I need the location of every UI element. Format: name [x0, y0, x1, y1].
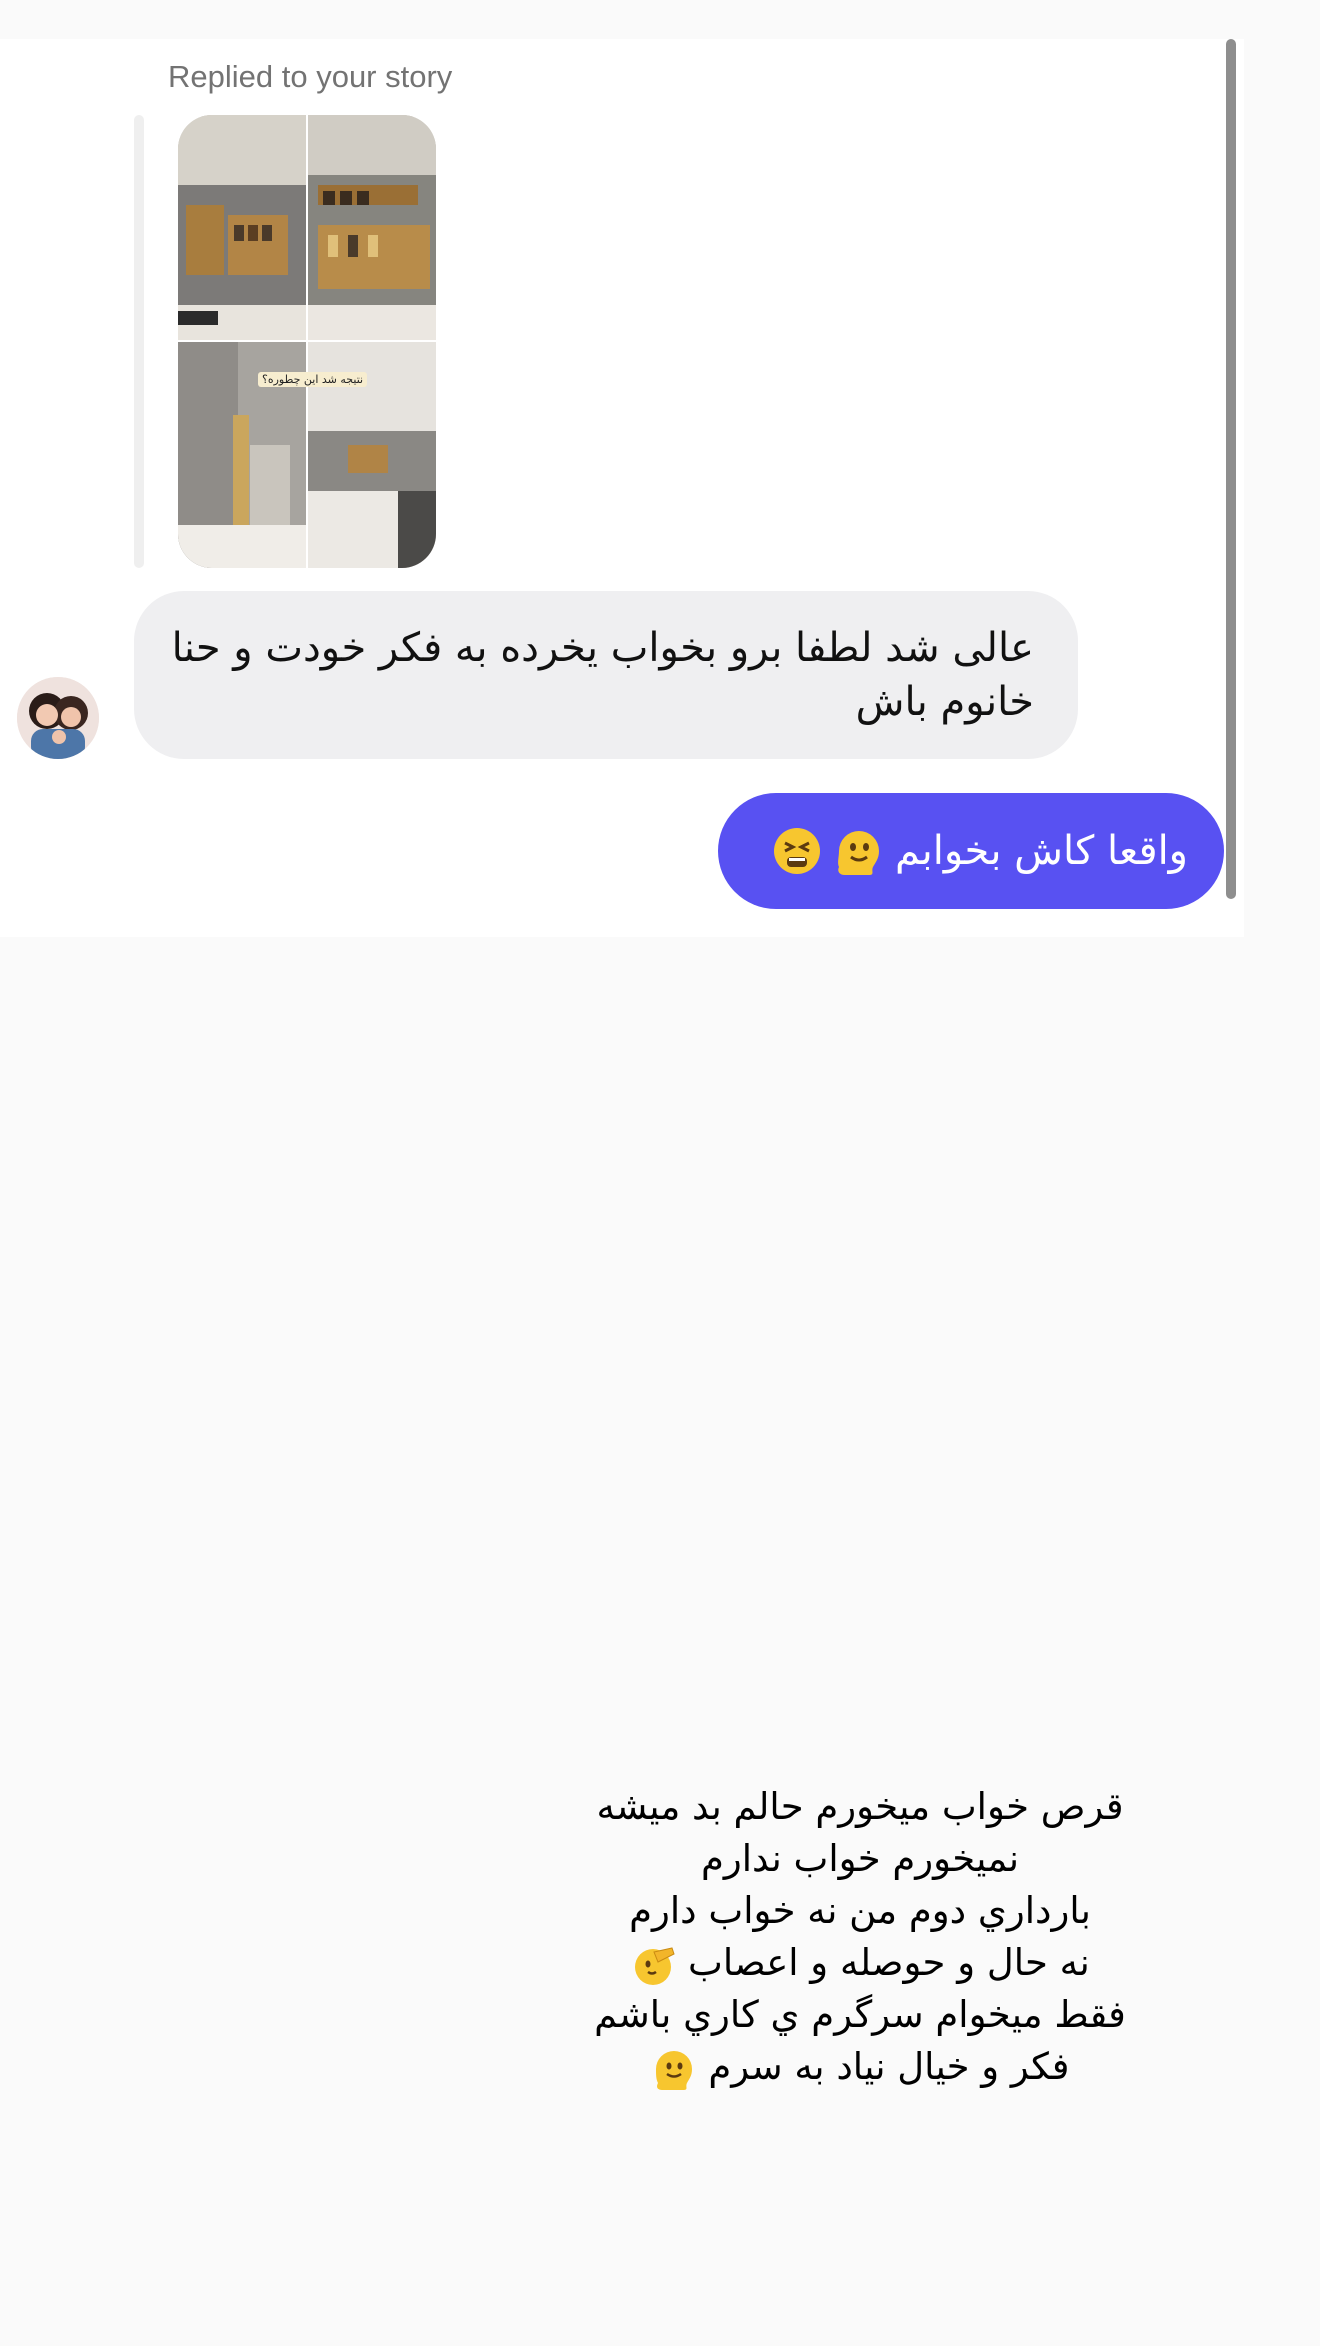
outgoing-message-bubble[interactable]: واقعا کاش بخوابم	[718, 793, 1224, 909]
incoming-message-text: عالی شد لطفا برو بخواب یخرده به فکر خودت…	[171, 625, 1034, 725]
outgoing-message-text: واقعا کاش بخوابم	[894, 828, 1188, 874]
story-text-line-2: نمیخورم خواب ندارم	[700, 1837, 1020, 1880]
melting-face-icon	[651, 2046, 697, 2092]
story-text-line-6: فکر و خیال نیاد به سرم	[560, 2041, 1160, 2093]
story-thumbnail[interactable]: نتيجه شد اين چطوره؟	[178, 115, 436, 568]
salute-face-icon	[630, 1942, 676, 1988]
tired-face-icon	[771, 825, 823, 877]
sender-avatar[interactable]	[17, 677, 99, 759]
chat-scrollbar[interactable]	[1226, 39, 1236, 899]
story-text-line-1: قرص خواب میخورم حالم بد میشه	[596, 1785, 1124, 1828]
story-text-line-4-text: نه حال و حوصله و اعصاب	[688, 1941, 1090, 1984]
incoming-message-bubble[interactable]: عالی شد لطفا برو بخواب یخرده به فکر خودت…	[134, 591, 1078, 759]
replied-to-story-label: Replied to your story	[168, 59, 453, 94]
reply-quote-bar	[134, 115, 144, 568]
story-caption: نتيجه شد اين چطوره؟	[258, 372, 368, 387]
story-text-line-6-text: فکر و خیال نیاد به سرم	[708, 2045, 1070, 2088]
story-text-line-3: بارداري دوم من نه خواب دارم	[629, 1889, 1091, 1932]
story-text-overlay: قرص خواب میخورم حالم بد میشه نمیخورم خوا…	[560, 1781, 1160, 2093]
chat-thread[interactable]: Replied to your story نتيجه شد اين چطوره…	[0, 39, 1244, 937]
story-text-line-4: نه حال و حوصله و اعصاب	[560, 1937, 1160, 1989]
melting-face-icon	[833, 825, 885, 877]
story-text-line-5: فقط میخوام سرگرم ي کاري باشم	[594, 1993, 1126, 2036]
